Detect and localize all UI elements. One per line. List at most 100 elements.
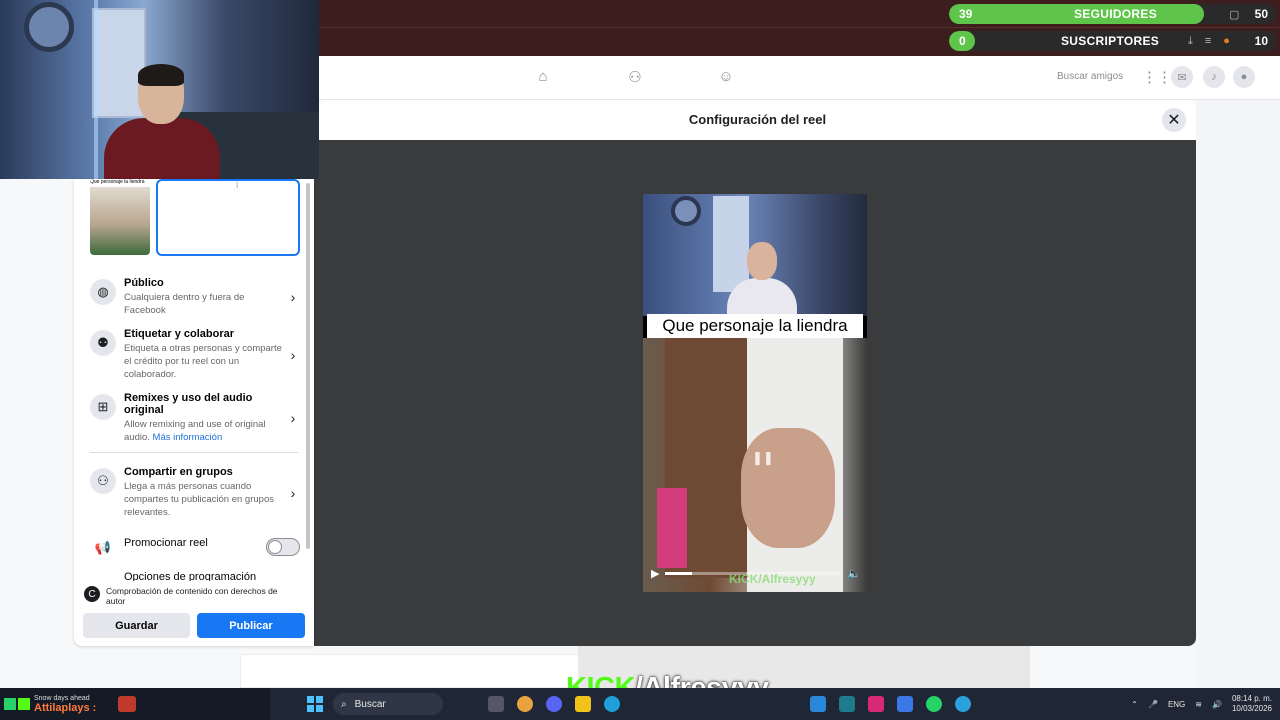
option-title: Compartir en grupos — [124, 466, 233, 478]
windows-start-icon[interactable] — [307, 696, 323, 712]
door-image — [713, 196, 749, 292]
followers-label: SEGUIDORES — [1073, 7, 1157, 21]
publish-button[interactable]: Publicar — [197, 613, 305, 638]
chevron-right-icon: › — [290, 346, 296, 363]
download-icon: ⤓ — [1188, 35, 1193, 47]
option-title: Remixes y uso del audio original — [124, 392, 253, 416]
groups-icon[interactable]: ☺ — [717, 68, 735, 86]
option-desc: Llega a más personas cuando compartes tu… — [124, 481, 274, 518]
search-placeholder: Buscar — [354, 698, 386, 710]
weather-text: Snow days ahead — [34, 695, 90, 702]
mask-icon — [118, 696, 136, 712]
head-image — [747, 242, 777, 280]
background-card — [1196, 100, 1280, 688]
discord-icon[interactable] — [546, 696, 562, 712]
option-schedule[interactable]: Opciones de programación — [90, 571, 300, 581]
system-tray: ⌃ 🎤 ENG ≋ 🔊 08:14 p. m. 10/03/2026 — [1131, 692, 1272, 716]
reel-thumbnail[interactable]: Que personaje la liendra — [90, 179, 150, 255]
volume-icon[interactable]: 🔊 — [1212, 700, 1222, 709]
person-image — [741, 428, 835, 548]
option-title: Público — [124, 277, 164, 289]
people-icon: ⚉ — [90, 330, 116, 356]
option-audience[interactable]: ◍ Público Cualquiera dentro y fuera de F… — [90, 277, 300, 317]
remix-icon: ⊞ — [90, 394, 116, 420]
menu-grid-icon[interactable]: ⋮⋮ — [1142, 68, 1172, 86]
followers-count: 39 — [959, 7, 973, 21]
avatar-icon: ● — [1223, 35, 1230, 47]
towel-image — [657, 488, 687, 568]
streamer-body — [104, 118, 220, 179]
search-friends-link[interactable]: Buscar amigos — [1057, 71, 1123, 82]
cover-thumbnail-selected[interactable]: I — [156, 179, 300, 256]
telegram-icon[interactable] — [955, 696, 971, 712]
option-title: Etiquetar y colaborar — [124, 328, 235, 340]
promote-toggle[interactable] — [266, 538, 300, 556]
clock-time: 08:14 p. m. — [1231, 694, 1272, 703]
toggle-knob — [268, 540, 282, 554]
copyright-icon: C — [84, 586, 100, 602]
facebook-header: ⌂ ⚇ ☺ Buscar amigos ⋮⋮ ✉ ♪ ● — [319, 56, 1280, 100]
messenger-icon[interactable]: ✉ — [1171, 66, 1193, 88]
close-icon: ✕ — [1167, 112, 1181, 129]
kick-icon — [18, 698, 30, 710]
task-view-icon[interactable] — [488, 696, 504, 712]
streamer-hair — [138, 64, 184, 86]
save-button[interactable]: Guardar — [83, 613, 190, 638]
whatsapp-icon — [4, 698, 16, 710]
close-button[interactable]: ✕ — [1162, 108, 1186, 132]
app-icon[interactable] — [810, 696, 826, 712]
chrome-icon[interactable] — [517, 696, 533, 712]
megaphone-icon: 📢 — [94, 540, 112, 555]
copyright-text: Comprobación de contenido con derechos d… — [106, 586, 278, 606]
language-indicator[interactable]: ENG — [1168, 700, 1185, 709]
video-caption: Que personaje la liendra — [647, 314, 863, 338]
windows-taskbar: Snow days ahead Attilaplays : ⌕ Buscar ⌃… — [0, 688, 1280, 720]
whatsapp-icon[interactable] — [926, 696, 942, 712]
dialog-title: Configuración del reel — [688, 112, 827, 127]
followers-extra-icons: ▢ — [1229, 8, 1239, 21]
subscribers-extra-icons: ⤓ ≡ ● — [1188, 35, 1230, 48]
subscribers-count: 0 — [959, 34, 966, 48]
app-icon[interactable] — [839, 696, 855, 712]
webcam-feed — [0, 0, 319, 179]
edge-icon[interactable] — [604, 696, 620, 712]
profile-icon[interactable]: ● — [1233, 66, 1255, 88]
friends-icon[interactable]: ⚇ — [626, 68, 644, 86]
pause-icon[interactable]: ❚❚ — [752, 450, 774, 466]
led-light — [94, 0, 98, 179]
reel-settings-panel: Que personaje la liendra I ◍ Público Cua… — [74, 179, 314, 646]
followers-counter: 39 SEGUIDORES 50 — [949, 4, 1276, 24]
taskbar-search[interactable]: ⌕ Buscar — [333, 693, 443, 715]
bell-icon[interactable]: ♪ — [1203, 66, 1225, 88]
wifi-icon[interactable]: ≋ — [1195, 700, 1202, 709]
globe-icon: ◍ — [90, 279, 116, 305]
square-icon: ▢ — [1229, 9, 1240, 21]
followers-goal: 50 — [1254, 7, 1268, 21]
chevron-right-icon: › — [290, 410, 296, 426]
more-info-link[interactable]: Más información — [153, 432, 223, 443]
streamer-name: Attilaplays : — [34, 702, 97, 714]
volume-icon[interactable]: 🔈 — [847, 567, 861, 580]
clock-date: 10/03/2026 — [1231, 704, 1272, 713]
option-desc: Cualquiera dentro y fuera de Facebook — [124, 292, 245, 316]
taskbar-widget-area: Snow days ahead Attilaplays : — [0, 688, 270, 720]
option-share-groups[interactable]: ⚇ Compartir en grupos Llega a más person… — [90, 466, 300, 519]
option-remix-audio[interactable]: ⊞ Remixes y uso del audio original Allow… — [90, 392, 300, 444]
chevron-right-icon: › — [290, 289, 296, 305]
home-icon[interactable]: ⌂ — [534, 68, 552, 86]
play-icon[interactable]: ▶ — [651, 567, 659, 580]
app-icon[interactable] — [897, 696, 913, 712]
explorer-icon[interactable] — [575, 696, 591, 712]
option-desc: Allow remixing and use of original audio… — [124, 418, 286, 444]
reel-video-preview[interactable]: Que personaje la liendra ❚❚ ▶ 🔈 KICK/Alf… — [643, 194, 867, 592]
groups-icon: ⚇ — [90, 468, 116, 494]
clock[interactable]: 08:14 p. m. 10/03/2026 — [1232, 694, 1272, 714]
microphone-icon[interactable]: 🎤 — [1148, 700, 1158, 709]
instagram-icon[interactable] — [868, 696, 884, 712]
chevron-up-icon[interactable]: ⌃ — [1131, 700, 1138, 709]
panel-scrollbar[interactable] — [306, 183, 310, 549]
divider — [90, 452, 298, 453]
option-tag-collaborate[interactable]: ⚉ Etiquetar y colaborar Etiqueta a otras… — [90, 328, 300, 381]
porthole-image — [671, 196, 701, 226]
option-title: Promocionar reel — [124, 537, 208, 549]
